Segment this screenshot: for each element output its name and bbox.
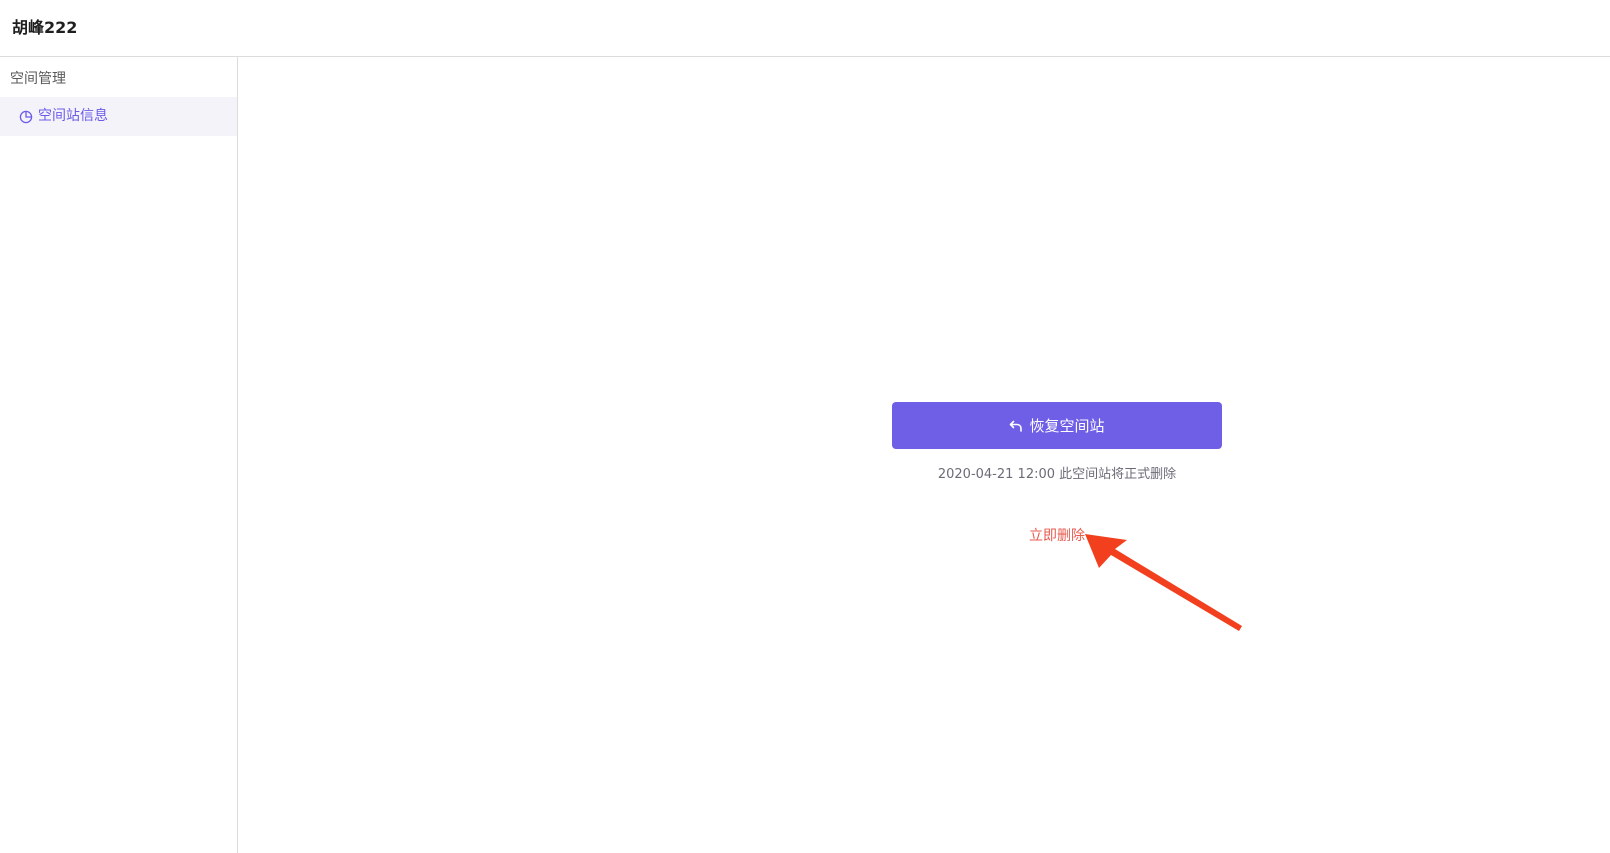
undo-arrow-icon — [1009, 419, 1023, 433]
deletion-schedule-note: 2020-04-21 12:00 此空间站将正式删除 — [937, 467, 1177, 482]
main-content: 恢复空间站 2020-04-21 12:00 此空间站将正式删除 立即删除 — [238, 57, 1610, 853]
restore-station-button[interactable]: 恢复空间站 — [892, 402, 1222, 449]
sidebar-item-label: 空间站信息 — [38, 108, 108, 124]
sidebar: 空间管理 空间站信息 — [0, 57, 238, 853]
sidebar-item-station-info[interactable]: 空间站信息 — [0, 97, 237, 136]
delete-now-link[interactable]: 立即删除 — [992, 526, 1122, 546]
restore-button-label: 恢复空间站 — [1029, 417, 1105, 435]
top-header: 胡峰222 — [0, 0, 1610, 57]
pie-chart-icon — [19, 109, 33, 124]
sidebar-section-title: 空间管理 — [10, 71, 66, 87]
app-window: 胡峰222 空间管理 空间站信息 恢复空间站 2020-04-21 12:00 … — [0, 0, 1610, 853]
workspace-title: 胡峰222 — [12, 18, 78, 37]
